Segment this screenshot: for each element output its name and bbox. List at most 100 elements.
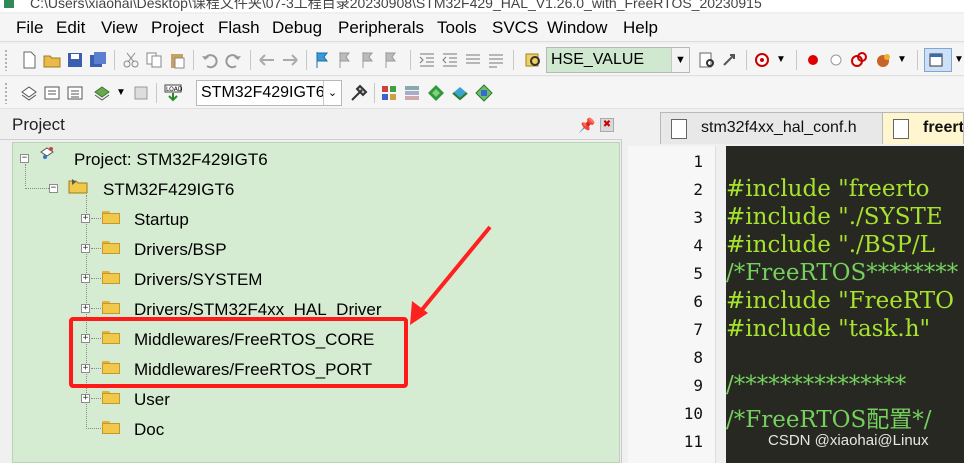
code-line: /*FreeRTOS配置*/ xyxy=(726,407,932,433)
expand-toggle[interactable]: + xyxy=(81,244,90,253)
menu-view[interactable]: View xyxy=(101,18,138,38)
window-layout-button[interactable] xyxy=(924,48,952,72)
find-icon[interactable] xyxy=(721,51,739,69)
chevron-down-icon[interactable]: ▼ xyxy=(671,48,689,72)
chevron-down-icon[interactable]: ⌄ xyxy=(323,81,341,105)
separator xyxy=(250,50,251,70)
pack-installer-icon[interactable] xyxy=(427,84,445,102)
build-icon[interactable] xyxy=(43,84,61,102)
insert-breakpoint-icon[interactable] xyxy=(804,51,822,69)
chevron-down-icon[interactable]: ▼ xyxy=(116,87,126,98)
target-select[interactable]: STM32F429IGT6 ⌄ xyxy=(196,80,342,106)
expand-toggle[interactable]: + xyxy=(81,214,90,223)
open-folder-icon[interactable] xyxy=(43,51,61,69)
file-extensions-icon[interactable] xyxy=(380,84,398,102)
paste-icon[interactable] xyxy=(168,51,186,69)
next-bookmark-icon[interactable] xyxy=(360,51,378,69)
find-in-files-icon[interactable] xyxy=(524,51,542,69)
menu-help[interactable]: Help xyxy=(623,18,658,38)
code-view[interactable]: #include "freerto #include "./SYSTE #inc… xyxy=(726,146,964,463)
collapse-toggle[interactable]: − xyxy=(49,184,58,193)
code-line: /*************** xyxy=(726,372,907,398)
save-icon[interactable] xyxy=(66,51,84,69)
rebuild-icon[interactable] xyxy=(66,84,84,102)
toolbar-grip[interactable] xyxy=(4,82,8,104)
line-number: 5 xyxy=(693,264,703,283)
tree-group-user[interactable]: User xyxy=(134,390,170,410)
project-panel-header: Project 📌 ✖ xyxy=(0,110,622,140)
folder-icon xyxy=(102,421,120,434)
debug-session-icon[interactable] xyxy=(754,51,772,69)
tree-group-drivers-system[interactable]: Drivers/SYSTEM xyxy=(134,270,262,290)
load-icon[interactable]: LOAD xyxy=(164,84,182,102)
menu-edit[interactable]: Edit xyxy=(56,18,85,38)
run-time-environment-icon[interactable] xyxy=(475,84,493,102)
back-icon[interactable] xyxy=(258,51,276,69)
menu-tools[interactable]: Tools xyxy=(437,18,477,38)
uncomment-icon[interactable] xyxy=(487,51,505,69)
menu-window[interactable]: Window xyxy=(547,18,607,38)
folder-icon xyxy=(102,391,120,404)
enable-breakpoint-icon[interactable] xyxy=(827,51,845,69)
expand-toggle[interactable]: + xyxy=(81,274,90,283)
tree-target-label[interactable]: STM32F429IGT6 xyxy=(103,180,234,200)
separator xyxy=(156,83,157,103)
tree-root-label[interactable]: Project: STM32F429IGT6 xyxy=(74,150,268,170)
project-panel-title: Project xyxy=(12,115,65,134)
translate-icon[interactable] xyxy=(20,84,38,102)
prev-bookmark-icon[interactable] xyxy=(337,51,355,69)
bookmark-icon[interactable] xyxy=(314,51,332,69)
collapse-toggle[interactable]: − xyxy=(20,154,29,163)
chevron-down-icon[interactable]: ▼ xyxy=(954,54,964,65)
tab-hal-conf-label: stm32f4xx_hal_conf.h xyxy=(701,119,857,136)
target-select-value: STM32F429IGT6 xyxy=(201,84,325,101)
chevron-down-icon[interactable]: ▼ xyxy=(897,54,907,65)
copy-icon[interactable] xyxy=(145,51,163,69)
line-number: 6 xyxy=(693,292,703,311)
menu-svcs[interactable]: SVCS xyxy=(492,18,538,38)
pin-icon[interactable]: 📌 xyxy=(578,117,595,133)
menu-project[interactable]: Project xyxy=(151,18,204,38)
menu-flash[interactable]: Flash xyxy=(218,18,260,38)
undo-icon[interactable] xyxy=(201,51,219,69)
save-all-icon[interactable] xyxy=(89,51,107,69)
separator xyxy=(193,50,194,70)
redo-icon[interactable] xyxy=(224,51,242,69)
incremental-find-icon[interactable] xyxy=(698,51,716,69)
manage-components-icon[interactable] xyxy=(403,84,421,102)
highlight-box xyxy=(69,317,408,388)
find-combo[interactable]: HSE_VALUE ▼ xyxy=(546,47,690,73)
toolbar-grip[interactable] xyxy=(4,49,8,71)
target-options-icon[interactable] xyxy=(350,84,368,102)
menu-peripherals[interactable]: Peripherals xyxy=(338,18,424,38)
tab-hal-conf[interactable]: stm32f4xx_hal_conf.h xyxy=(660,112,886,144)
line-number: 4 xyxy=(693,236,703,255)
forward-icon[interactable] xyxy=(281,51,299,69)
unindent-icon[interactable] xyxy=(441,51,459,69)
clear-bookmarks-icon[interactable] xyxy=(383,51,401,69)
chevron-down-icon[interactable]: ▼ xyxy=(776,54,786,65)
select-software-packs-icon[interactable] xyxy=(451,84,469,102)
indent-icon[interactable] xyxy=(418,51,436,69)
expand-toggle[interactable]: + xyxy=(81,394,90,403)
tab-freertos[interactable]: freert xyxy=(882,112,964,144)
tree-line xyxy=(25,164,26,186)
standard-toolbar: HSE_VALUE ▼ ▼ ▼ ▼ xyxy=(0,44,964,76)
app-icon xyxy=(4,0,14,8)
kill-breakpoints-icon[interactable] xyxy=(875,51,893,69)
new-file-icon[interactable] xyxy=(20,51,38,69)
tree-group-startup[interactable]: Startup xyxy=(134,210,189,230)
cut-icon[interactable] xyxy=(122,51,140,69)
tree-group-doc[interactable]: Doc xyxy=(134,420,164,440)
expand-toggle[interactable]: + xyxy=(81,304,90,313)
batch-build-icon[interactable] xyxy=(93,84,111,102)
disable-breakpoints-icon[interactable] xyxy=(850,51,868,69)
close-icon[interactable]: ✖ xyxy=(600,118,614,132)
comment-icon[interactable] xyxy=(464,51,482,69)
menu-debug[interactable]: Debug xyxy=(272,18,322,38)
line-number: 7 xyxy=(693,320,703,339)
stop-build-icon[interactable] xyxy=(132,84,150,102)
menu-file[interactable]: File xyxy=(16,18,43,38)
code-line: #include "freerto xyxy=(726,176,930,202)
tree-group-drivers-bsp[interactable]: Drivers/BSP xyxy=(134,240,227,260)
